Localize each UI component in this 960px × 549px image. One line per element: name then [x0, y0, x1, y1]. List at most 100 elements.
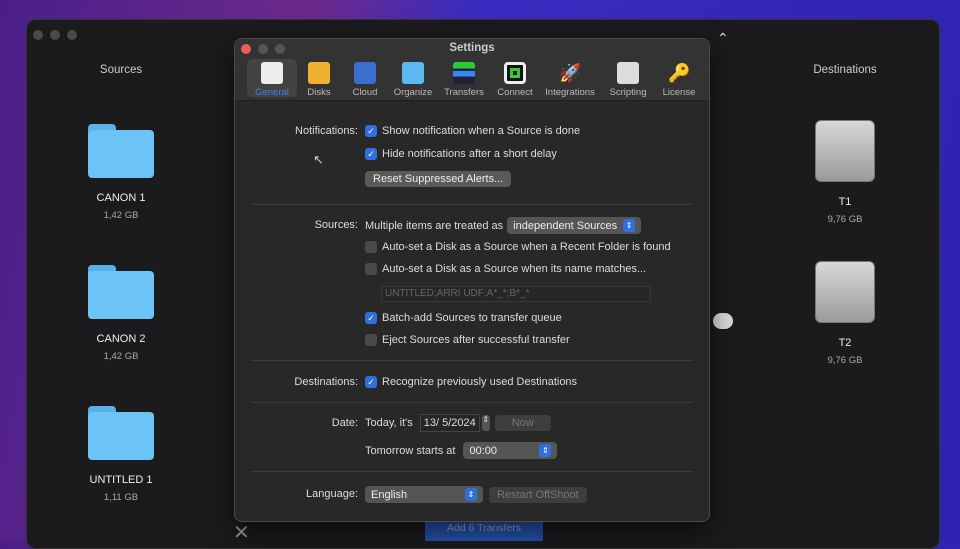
item-name: T2 — [838, 337, 852, 349]
tab-connect[interactable]: Connect — [491, 59, 539, 98]
item-size: 9,76 GB — [827, 355, 863, 366]
zoom-button[interactable] — [67, 30, 77, 40]
tomorrow-text: Tomorrow starts at — [365, 444, 456, 457]
dialog-title: Settings — [449, 42, 495, 54]
restart-button[interactable]: Restart OffShoot — [489, 486, 587, 503]
tab-label: Connect — [497, 87, 533, 98]
source-item[interactable]: CANON 2 1,42 GB — [61, 265, 181, 362]
folder-icon — [88, 265, 154, 319]
select-value: independent Sources — [513, 219, 618, 232]
destinations-header: Destinations — [813, 64, 877, 76]
transfers-icon — [453, 62, 475, 84]
recognize-checkbox[interactable]: ✓ Recognize previously used Destinations — [365, 376, 577, 388]
tab-general[interactable]: General — [247, 59, 297, 98]
toggle[interactable] — [713, 313, 733, 329]
chevron-updown-icon: ⇕ — [539, 444, 552, 457]
eject-checkbox[interactable]: Eject Sources after successful transfer — [365, 334, 570, 346]
disk-icon — [308, 62, 330, 84]
reset-alerts-button[interactable]: Reset Suppressed Alerts... — [365, 171, 512, 187]
chevron-updown-icon: ⇕ — [623, 219, 636, 232]
date-stepper[interactable]: ⇕ — [481, 415, 490, 431]
connect-icon — [504, 62, 526, 84]
checkbox-label: Auto-set a Disk as a Source when its nam… — [382, 263, 647, 275]
tab-transfers[interactable]: Transfers — [437, 59, 491, 98]
source-item[interactable]: CANON 1 1,42 GB — [61, 124, 181, 221]
tab-label: License — [662, 87, 696, 98]
close-button[interactable] — [33, 30, 43, 40]
treatment-select[interactable]: independent Sources ⇕ — [507, 217, 642, 234]
item-name: UNTITLED 1 — [89, 474, 153, 486]
item-name: T1 — [838, 196, 852, 208]
language-select[interactable]: English ⇕ — [365, 486, 483, 503]
minimize-button[interactable] — [50, 30, 60, 40]
destination-item[interactable]: T1 9,76 GB — [785, 120, 905, 225]
tab-label: Integrations — [545, 87, 595, 98]
checkbox-label: Recognize previously used Destinations — [382, 376, 578, 388]
sources-label: Sources: — [314, 219, 358, 231]
switch-icon — [261, 62, 283, 84]
now-button[interactable]: Now — [494, 415, 551, 431]
rocket-icon: 🚀 — [559, 63, 582, 83]
checkbox-label: Auto-set a Disk as a Source when a Recen… — [382, 241, 671, 253]
batch-add-checkbox[interactable]: ✓ Batch-add Sources to transfer queue — [365, 312, 562, 324]
select-value: English — [371, 488, 408, 501]
date-field[interactable]: 13/ 5/2024 — [419, 414, 480, 432]
checkbox-label: Batch-add Sources to transfer queue — [382, 312, 562, 324]
checkmark-icon: ✓ — [365, 376, 377, 388]
checkmark-icon: ✓ — [365, 312, 377, 324]
sources-header: Sources — [99, 64, 143, 76]
checkbox-label: Eject Sources after successful transfer — [382, 334, 570, 346]
item-size: 1,42 GB — [103, 351, 139, 362]
tab-license[interactable]: 🔑 License — [655, 59, 703, 98]
divider — [251, 360, 693, 361]
auto-recent-checkbox[interactable]: Auto-set a Disk as a Source when a Recen… — [365, 241, 671, 253]
checkmark-icon: ✓ — [365, 148, 377, 160]
cloud-icon — [354, 62, 376, 84]
destinations-label: Destinations: — [294, 376, 358, 388]
today-text: Today, it's — [365, 417, 413, 429]
item-name: CANON 2 — [96, 333, 146, 345]
tab-label: Disks — [307, 87, 331, 98]
divider — [251, 471, 693, 472]
chevron-updown-icon: ⇕ — [465, 488, 477, 501]
settings-dialog: Settings General Disks Cloud Organize Tr… — [234, 38, 710, 522]
key-icon: 🔑 — [668, 63, 691, 83]
auto-name-checkbox[interactable]: Auto-set a Disk as a Source when its nam… — [365, 263, 646, 275]
show-notification-checkbox[interactable]: ✓ Show notification when a Source is done — [365, 125, 580, 137]
tab-label: Organize — [393, 87, 433, 98]
divider — [251, 204, 693, 205]
source-item[interactable]: UNTITLED 1 1,11 GB — [61, 406, 181, 503]
tab-integrations[interactable]: 🚀 Integrations — [539, 59, 601, 98]
chevron-up-icon[interactable]: ⌃ — [717, 30, 729, 47]
tab-cloud[interactable]: Cloud — [341, 59, 389, 98]
tab-disks[interactable]: Disks — [297, 59, 341, 98]
tab-label: General — [255, 87, 289, 98]
tab-scripting[interactable]: Scripting — [601, 59, 655, 98]
destination-item[interactable]: T2 9,76 GB — [785, 261, 905, 366]
notifications-label: Notifications: — [295, 125, 358, 137]
folder-icon — [402, 62, 424, 84]
hide-notifications-checkbox[interactable]: ✓ Hide notifications after a short delay — [365, 148, 557, 160]
language-label: Language: — [306, 488, 358, 500]
tomorrow-select[interactable]: 00:00 ⇕ — [463, 442, 558, 459]
item-size: 9,76 GB — [827, 214, 863, 225]
tab-organize[interactable]: Organize — [389, 59, 437, 98]
checkmark-icon: ✓ — [365, 125, 377, 137]
checkbox-label: Show notification when a Source is done — [382, 125, 581, 137]
folder-icon — [88, 124, 154, 178]
multiple-items-text: Multiple items are treated as — [365, 219, 504, 232]
name-pattern-input[interactable]: UNTITLED;ARRI UDF;A*_*;B*_* — [381, 286, 651, 302]
script-icon — [617, 62, 639, 84]
folder-icon — [88, 406, 154, 460]
close-icon[interactable]: ✕ — [233, 520, 250, 545]
item-size: 1,11 GB — [103, 492, 139, 503]
tab-label: Scripting — [609, 87, 647, 98]
disk-icon — [815, 120, 875, 182]
disk-icon — [815, 261, 875, 323]
divider — [251, 402, 693, 403]
cursor-icon: ↖ — [313, 152, 324, 167]
date-label: Date: — [331, 417, 358, 429]
tab-label: Transfers — [444, 87, 484, 98]
select-value: 00:00 — [469, 444, 497, 457]
checkbox-label: Hide notifications after a short delay — [382, 148, 557, 160]
